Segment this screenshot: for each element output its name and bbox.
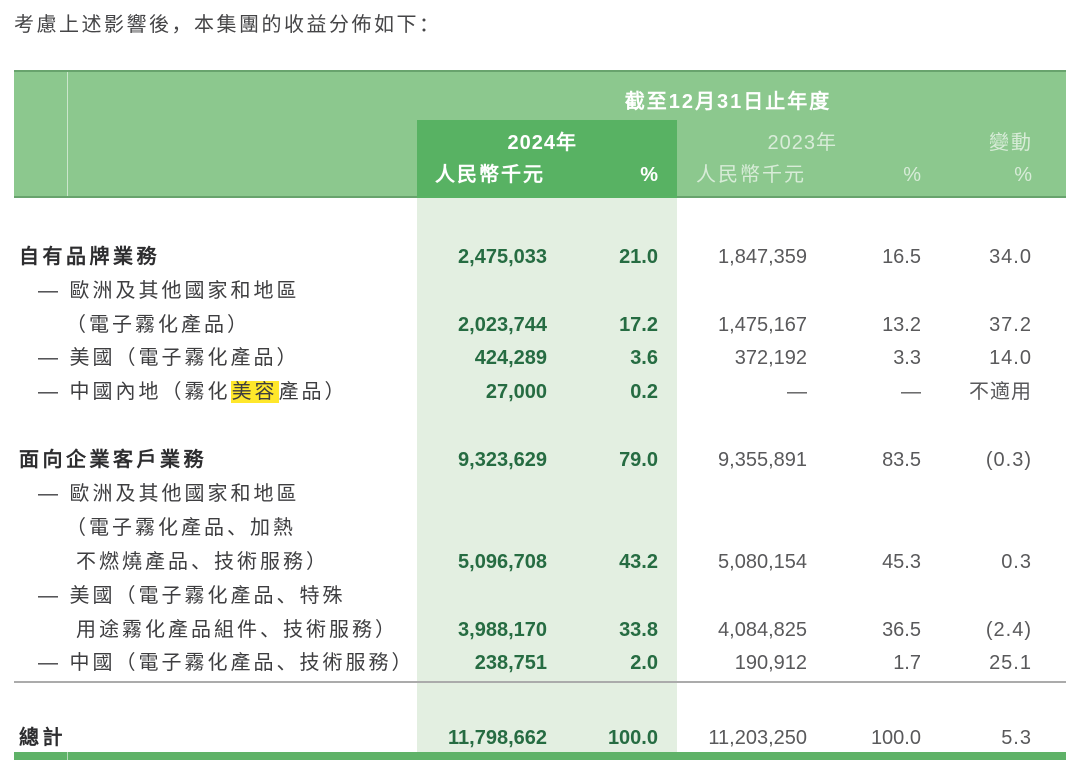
bar-seam [67, 752, 68, 760]
table-row: 不燃燒產品、技術服務） 5,096,708 43.2 5,080,154 45.… [14, 545, 1066, 579]
pct-2023: 13.2 [807, 308, 921, 342]
units-row: 人民幣千元 % 人民幣千元 % % [14, 158, 1066, 192]
value-2024: 238,751 [417, 646, 547, 680]
value-2023: — [658, 375, 807, 409]
row-label: 用途霧化產品組件、技術服務） [14, 613, 417, 647]
pct-2024: 2.0 [547, 646, 658, 680]
value-2023: 1,475,167 [658, 308, 807, 342]
value-2024: 27,000 [417, 375, 547, 409]
row-label: — 中國內地（霧化美容產品） [14, 375, 417, 409]
change-pct: (2.4) [921, 613, 1066, 647]
unit-pct-change: % [921, 158, 1066, 192]
change-pct: 34.0 [921, 240, 1066, 274]
value-2024: 5,096,708 [417, 545, 547, 579]
table-row: — 歐洲及其他國家和地區 [14, 274, 1066, 308]
row-label: 總計 [14, 721, 417, 755]
change-pct: 5.3 [921, 721, 1066, 755]
page: 考慮上述影響後，本集團的收益分佈如下： 截至12月31日止年度 2024年 20… [0, 0, 1080, 764]
pct-2023: 16.5 [807, 240, 921, 274]
pct-2023: — [807, 375, 921, 409]
row-label: — 美國（電子霧化產品） [14, 341, 417, 375]
value-2023: 190,912 [658, 646, 807, 680]
pct-2023: 45.3 [807, 545, 921, 579]
unit-rmb-2024: 人民幣千元 [417, 158, 547, 192]
value-2023: 1,847,359 [658, 240, 807, 274]
value-2024: 3,988,170 [417, 613, 547, 647]
row-label: — 歐洲及其他國家和地區 [14, 477, 417, 511]
change-pct: 37.2 [921, 308, 1066, 342]
pct-2024: 79.0 [547, 443, 658, 477]
change-pct: 不適用 [921, 375, 1066, 409]
table-row: （電子霧化產品） 2,023,744 17.2 1,475,167 13.2 3… [14, 308, 1066, 342]
pct-2023: 83.5 [807, 443, 921, 477]
highlight-mark: 美容 [231, 381, 279, 403]
pct-2024: 43.2 [547, 545, 658, 579]
table-row: 自有品牌業務 2,475,033 21.0 1,847,359 16.5 34.… [14, 240, 1066, 274]
row-label: 不燃燒產品、技術服務） [14, 545, 417, 579]
change-pct: 14.0 [921, 341, 1066, 375]
row-label: （電子霧化產品、加熱 [14, 511, 417, 545]
row-label: — 歐洲及其他國家和地區 [14, 274, 417, 308]
value-2023: 4,084,825 [658, 613, 807, 647]
value-2023: 5,080,154 [658, 545, 807, 579]
value-2024: 11,798,662 [417, 721, 547, 755]
value-2023: 372,192 [658, 341, 807, 375]
value-2023: 9,355,891 [658, 443, 807, 477]
pct-2023: 36.5 [807, 613, 921, 647]
row-label: 自有品牌業務 [14, 240, 417, 274]
table-row: 面向企業客戶業務 9,323,629 79.0 9,355,891 83.5 (… [14, 443, 1066, 477]
pct-2024: 17.2 [547, 308, 658, 342]
change-pct: (0.3) [921, 443, 1066, 477]
row-label: 面向企業客戶業務 [14, 443, 417, 477]
pct-2023: 100.0 [807, 721, 921, 755]
change-header: 變動 [921, 126, 1033, 160]
label-pre: — 中國內地（霧化 [38, 381, 231, 403]
table-row: — 中國（電子霧化產品、技術服務） 238,751 2.0 190,912 1.… [14, 646, 1066, 680]
table-row: — 中國內地（霧化美容產品） 27,000 0.2 — — 不適用 [14, 375, 1066, 409]
table-row: （電子霧化產品、加熱 [14, 511, 1066, 545]
pct-2024: 33.8 [547, 613, 658, 647]
change-pct: 0.3 [921, 545, 1066, 579]
unit-pct-2023: % [807, 158, 921, 192]
bottom-bar [14, 752, 1066, 760]
revenue-table: 截至12月31日止年度 2024年 2023年 變動 人民幣千元 % 人民幣千元… [14, 70, 1066, 762]
unit-pct-2024: % [547, 158, 658, 192]
row-label: — 中國（電子霧化產品、技術服務） [14, 646, 417, 680]
row-label: — 美國（電子霧化產品、特殊 [14, 579, 417, 613]
value-2024: 9,323,629 [417, 443, 547, 477]
year-2024-header: 2024年 [417, 126, 577, 160]
pct-2023: 3.3 [807, 341, 921, 375]
year-2023-header: 2023年 [658, 126, 837, 160]
units-spacer [14, 158, 417, 192]
label-post: 產品） [279, 381, 348, 403]
value-2024: 424,289 [417, 341, 547, 375]
value-2024: 2,023,744 [417, 308, 547, 342]
table-row: — 歐洲及其他國家和地區 [14, 477, 1066, 511]
table-row: — 美國（電子霧化產品、特殊 [14, 579, 1066, 613]
pct-2024: 3.6 [547, 341, 658, 375]
pct-2024: 100.0 [547, 721, 658, 755]
table-row: — 美國（電子霧化產品） 424,289 3.6 372,192 3.3 14.… [14, 341, 1066, 375]
pct-2024: 0.2 [547, 375, 658, 409]
pct-2023: 1.7 [807, 646, 921, 680]
change-pct: 25.1 [921, 646, 1066, 680]
value-2023: 11,203,250 [658, 721, 807, 755]
unit-rmb-2023: 人民幣千元 [658, 158, 807, 192]
row-label: （電子霧化產品） [14, 308, 417, 342]
table-row-total: 總計 11,798,662 100.0 11,203,250 100.0 5.3 [14, 721, 1066, 755]
pct-2024: 21.0 [547, 240, 658, 274]
value-2024: 2,475,033 [417, 240, 547, 274]
period-header: 截至12月31日止年度 [417, 85, 1039, 119]
table-row: 用途霧化產品組件、技術服務） 3,988,170 33.8 4,084,825 … [14, 613, 1066, 647]
intro-text: 考慮上述影響後，本集團的收益分佈如下： [14, 10, 442, 40]
total-rule [14, 681, 1066, 683]
